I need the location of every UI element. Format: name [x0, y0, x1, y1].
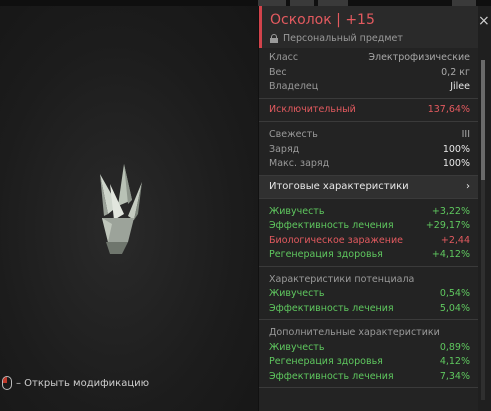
potential-key: Живучесть — [269, 288, 325, 299]
summary-value: +29,17% — [425, 220, 470, 231]
summary-stats-label: Итоговые характеристики — [269, 181, 409, 192]
additional-value: 4,12% — [439, 356, 470, 367]
additional-row: Регенерация здоровья 4,12% — [269, 355, 470, 370]
potential-value: 0,54% — [439, 288, 470, 299]
item-tooltip-panel: Осколок | +15 Персональный предмет Класс… — [258, 6, 478, 411]
additional-row: Живучесть 0,89% — [269, 341, 470, 356]
summary-row: Биологическое заражение +2,44 — [269, 234, 470, 249]
potential-value: 5,04% — [439, 302, 470, 314]
stats-section: Свежесть III Заряд 100% Макс. заряд 100% — [259, 122, 478, 176]
item-preview-stage[interactable]: – Открыть модификацию — [0, 6, 258, 411]
scrollbar-thumb[interactable] — [481, 60, 485, 180]
info-row-weight: Вес 0,2 кг — [269, 66, 470, 81]
stat-key: Свежесть — [269, 129, 318, 140]
stat-value: III — [461, 129, 470, 140]
additional-key: Регенерация здоровья — [269, 356, 383, 367]
info-row-owner: Владелец Jilee — [269, 80, 470, 95]
mouse-left-click-icon — [2, 376, 12, 390]
hint-label: – Открыть модификацию — [16, 377, 150, 389]
chevron-right-icon: › — [466, 181, 470, 192]
stat-row-charge: Заряд 100% — [269, 143, 470, 158]
potential-row: Эффективность лечения 5,04% — [269, 302, 470, 317]
potential-section: Характеристики потенциала Живучесть 0,54… — [259, 267, 478, 320]
info-value: Электрофизические — [368, 52, 470, 63]
summary-key: Биологическое заражение — [269, 234, 404, 246]
summary-row: Живучесть +3,22% — [269, 205, 470, 220]
close-icon[interactable]: × — [478, 14, 490, 28]
rarity-value: 137,64% — [427, 103, 470, 115]
summary-row: Эффективность лечения +29,17% — [269, 219, 470, 234]
info-key: Класс — [269, 52, 299, 63]
info-key: Вес — [269, 66, 287, 78]
personal-item-label: Персональный предмет — [283, 33, 403, 44]
rarity-row: Исключительный 137,64% — [269, 103, 470, 118]
summary-value: +2,44 — [440, 234, 470, 246]
lock-icon — [270, 34, 278, 43]
stat-value: 100% — [442, 143, 470, 155]
additional-value: 7,34% — [439, 370, 470, 382]
stat-row-max-charge: Макс. заряд 100% — [269, 157, 470, 172]
info-key: Владелец — [269, 81, 319, 92]
info-row-class: Класс Электрофизические — [269, 51, 470, 66]
stat-row-freshness: Свежесть III — [269, 128, 470, 143]
crystal-item-icon — [100, 164, 142, 254]
rarity-section: Исключительный 137,64% — [259, 99, 478, 122]
additional-title: Дополнительные характеристики — [269, 327, 440, 338]
potential-title: Характеристики потенциала — [269, 273, 415, 285]
item-title: Осколок | +15 — [270, 12, 375, 28]
summary-value: +3,22% — [431, 205, 470, 217]
additional-value: 0,89% — [439, 341, 470, 353]
summary-key: Живучесть — [269, 205, 325, 217]
stat-key: Заряд — [269, 143, 300, 155]
summary-key: Эффективность лечения — [269, 220, 394, 231]
summary-key: Регенерация здоровья — [269, 249, 383, 260]
item-header: Осколок | +15 Персональный предмет — [259, 6, 478, 48]
additional-row: Эффективность лечения 7,34% — [269, 370, 470, 385]
summary-value: +4,12% — [431, 249, 470, 260]
additional-section: Дополнительные характеристики Живучесть … — [259, 320, 478, 388]
summary-stats-toggle[interactable]: Итоговые характеристики › — [259, 175, 478, 199]
item-subtitle: Персональный предмет — [270, 33, 403, 44]
tooltip-scrollbar[interactable] — [481, 60, 485, 400]
potential-key: Эффективность лечения — [269, 302, 394, 314]
rarity-label: Исключительный — [269, 103, 356, 115]
stat-key: Макс. заряд — [269, 158, 330, 169]
open-modification-hint[interactable]: – Открыть модификацию — [2, 376, 149, 390]
summary-section: Живучесть +3,22% Эффективность лечения +… — [259, 199, 478, 267]
summary-row: Регенерация здоровья +4,12% — [269, 248, 470, 263]
info-value: 0,2 кг — [441, 66, 470, 78]
info-value: Jilee — [450, 81, 470, 92]
stat-value: 100% — [442, 158, 470, 169]
additional-key: Эффективность лечения — [269, 370, 394, 382]
info-section: Класс Электрофизические Вес 0,2 кг Владе… — [259, 48, 478, 99]
additional-key: Живучесть — [269, 341, 325, 353]
potential-row: Живучесть 0,54% — [269, 287, 470, 302]
